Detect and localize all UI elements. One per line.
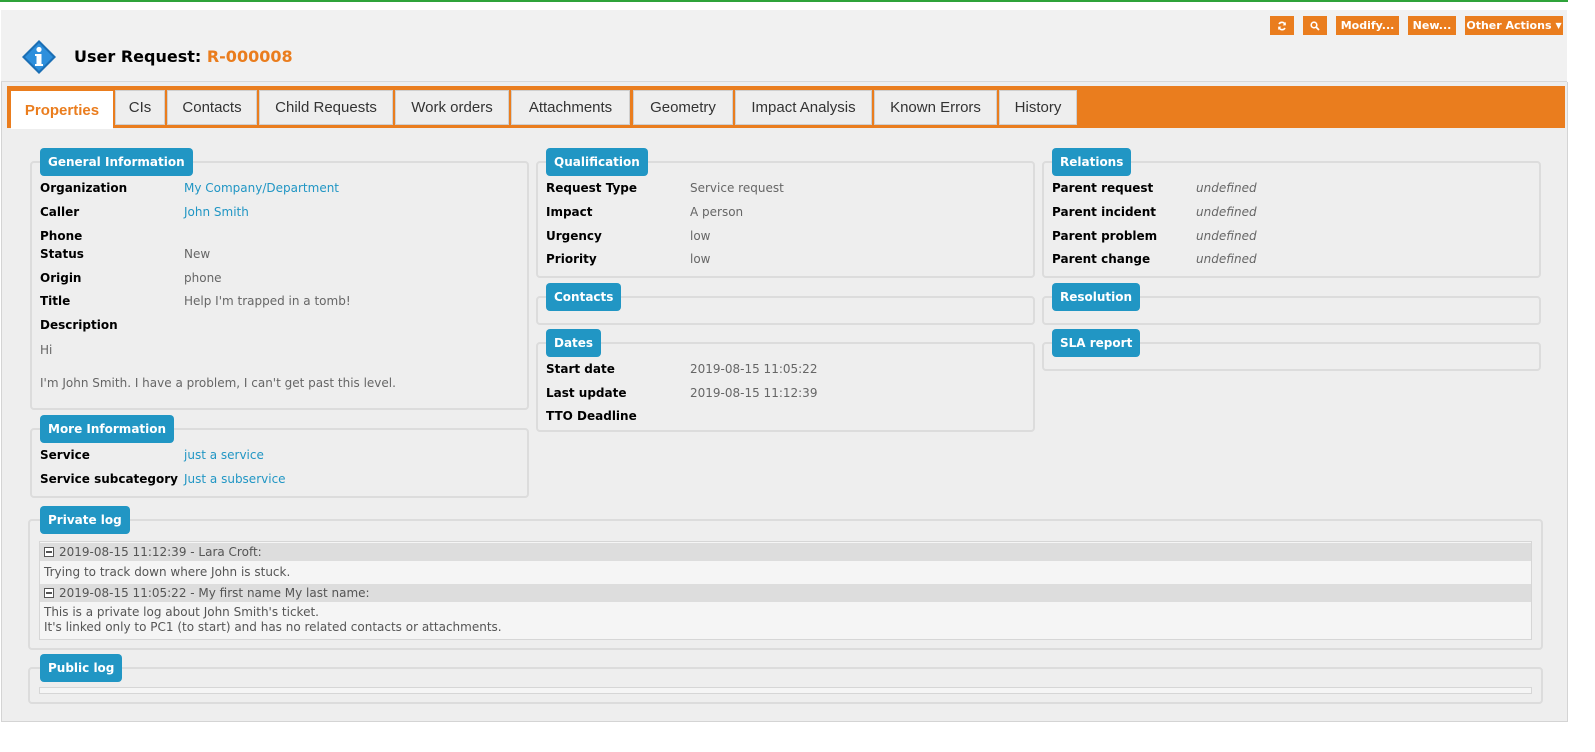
relations-legend: Relations	[1052, 148, 1132, 176]
log-entry-body: This is a private log about John Smith's…	[44, 605, 502, 635]
phone-label: Phone	[40, 229, 83, 243]
service-label: Service	[40, 448, 90, 462]
urgency-value: low	[690, 229, 711, 243]
service-subcategory-link[interactable]: Just a subservice	[184, 472, 286, 486]
tab-child-requests[interactable]: Child Requests	[259, 90, 393, 125]
tab-history[interactable]: History	[999, 90, 1077, 125]
request-type-label: Request Type	[546, 181, 638, 195]
impact-label: Impact	[546, 205, 593, 219]
parent-incident-value: undefined	[1196, 205, 1257, 219]
other-actions-label: Other Actions	[1466, 19, 1552, 32]
action-toolbar: Modify... New... Other Actions ▼	[1270, 16, 1563, 35]
public-log-legend: Public log	[40, 654, 123, 682]
urgency-label: Urgency	[546, 229, 602, 243]
tab-properties[interactable]: Properties	[11, 91, 113, 129]
modify-button[interactable]: Modify...	[1336, 16, 1399, 35]
tab-bar: Properties CIs Contacts Child Requests W…	[7, 86, 1565, 129]
parent-request-label: Parent request	[1052, 181, 1154, 195]
new-button[interactable]: New...	[1408, 16, 1456, 35]
description-line-2: I'm John Smith. I have a problem, I can'…	[40, 376, 396, 390]
request-reference: R-000008	[206, 47, 293, 66]
service-link[interactable]: just a service	[184, 448, 264, 462]
private-log-legend: Private log	[40, 506, 130, 534]
last-update-label: Last update	[546, 386, 627, 400]
general-information-legend: General Information	[40, 148, 193, 176]
refresh-icon	[1278, 21, 1286, 30]
origin-value: phone	[184, 271, 222, 285]
collapse-icon[interactable]	[44, 588, 54, 598]
log-entry-line: Trying to track down where John is stuck…	[44, 565, 291, 579]
organization-label: Organization	[40, 181, 128, 195]
title-label: Title	[40, 294, 71, 308]
log-entry-title: 2019-08-15 11:05:22 - My first name My l…	[59, 586, 370, 600]
public-log-entries	[39, 687, 1532, 694]
refresh-button[interactable]	[1270, 16, 1294, 35]
parent-change-label: Parent change	[1052, 252, 1151, 266]
object-type-label: User Request:	[74, 47, 202, 66]
status-label: Status	[40, 247, 84, 261]
qualification-legend: Qualification	[546, 148, 648, 176]
log-entry-header: 2019-08-15 11:12:39 - Lara Croft:	[40, 543, 1531, 561]
more-information-legend: More Information	[40, 415, 175, 443]
public-log-section	[28, 667, 1543, 704]
description-line-1: Hi	[40, 343, 53, 357]
tab-work-orders[interactable]: Work orders	[395, 90, 509, 125]
tab-geometry[interactable]: Geometry	[633, 90, 733, 125]
contacts-legend: Contacts	[546, 283, 622, 311]
resolution-legend: Resolution	[1052, 283, 1141, 311]
log-entry-title: 2019-08-15 11:12:39 - Lara Croft:	[59, 545, 262, 559]
status-value: New	[184, 247, 211, 261]
organization-link[interactable]: My Company/Department	[184, 181, 339, 195]
parent-problem-value: undefined	[1196, 229, 1257, 243]
caller-label: Caller	[40, 205, 80, 219]
top-border	[0, 0, 1568, 2]
parent-problem-label: Parent problem	[1052, 229, 1158, 243]
parent-incident-label: Parent incident	[1052, 205, 1156, 219]
sla-report-legend: SLA report	[1052, 329, 1141, 357]
last-update-value: 2019-08-15 11:12:39	[690, 386, 818, 400]
tto-deadline-label: TTO Deadline	[546, 409, 637, 423]
log-entry-line: This is a private log about John Smith's…	[44, 605, 319, 619]
log-entry-body: Trying to track down where John is stuck…	[44, 565, 290, 580]
caller-link[interactable]: John Smith	[184, 205, 249, 219]
info-icon	[22, 40, 56, 74]
tab-contacts[interactable]: Contacts	[167, 90, 257, 125]
search-button[interactable]	[1303, 16, 1327, 35]
log-entry-header: 2019-08-15 11:05:22 - My first name My l…	[40, 584, 1531, 602]
parent-request-value: undefined	[1196, 181, 1257, 195]
dates-legend: Dates	[546, 329, 602, 357]
parent-change-value: undefined	[1196, 252, 1257, 266]
start-date-label: Start date	[546, 362, 615, 376]
tab-impact-analysis[interactable]: Impact Analysis	[735, 90, 872, 125]
description-label: Description	[40, 318, 118, 332]
details-panel: Properties CIs Contacts Child Requests W…	[1, 82, 1568, 722]
private-log-entries: 2019-08-15 11:12:39 - Lara Croft: Trying…	[39, 541, 1532, 640]
title-value: Help I'm trapped in a tomb!	[184, 294, 351, 308]
search-icon	[1310, 20, 1320, 31]
qualification-section	[536, 161, 1035, 278]
impact-value: A person	[690, 205, 744, 219]
collapse-icon[interactable]	[44, 547, 54, 557]
start-date-value: 2019-08-15 11:05:22	[690, 362, 818, 376]
page-header: User Request: R-000008 Modify... New... …	[1, 10, 1567, 82]
tab-known-errors[interactable]: Known Errors	[874, 90, 997, 125]
tab-attachments[interactable]: Attachments	[511, 90, 630, 125]
origin-label: Origin	[40, 271, 82, 285]
general-information-section	[30, 161, 529, 410]
priority-label: Priority	[546, 252, 597, 266]
priority-value: low	[690, 252, 711, 266]
service-subcategory-label: Service subcategory	[40, 472, 178, 486]
request-type-value: Service request	[690, 181, 784, 195]
tab-cis[interactable]: CIs	[115, 90, 165, 125]
other-actions-button[interactable]: Other Actions ▼	[1465, 16, 1563, 35]
chevron-down-icon: ▼	[1555, 21, 1562, 30]
page-title: User Request: R-000008	[74, 47, 293, 66]
log-entry-line: It's linked only to PC1 (to start) and h…	[44, 620, 502, 634]
